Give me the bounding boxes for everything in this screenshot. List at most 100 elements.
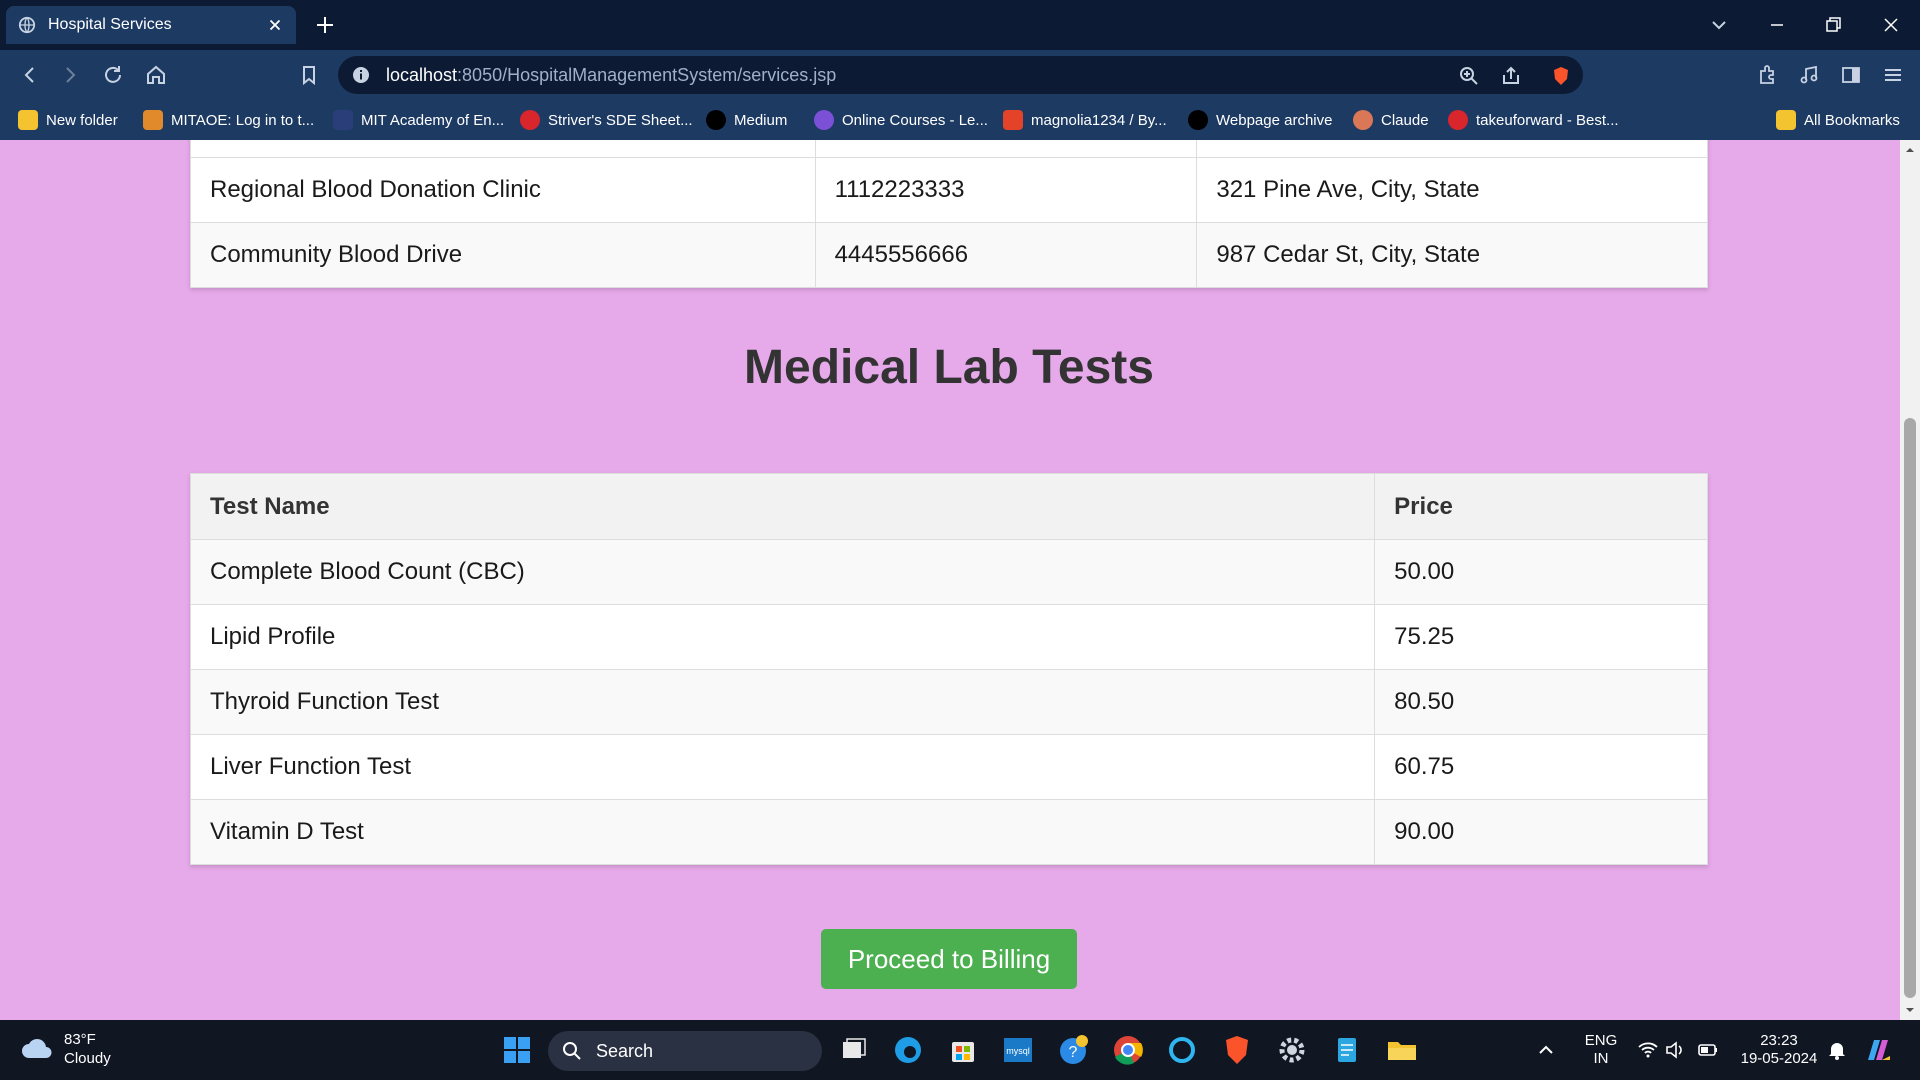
table-header-row: Test Name Price (189, 473, 1708, 540)
bookmark-label: New folder (46, 111, 118, 129)
extensions-icon[interactable] (1756, 63, 1780, 87)
bookmark-label: All Bookmarks (1804, 111, 1900, 129)
settings-icon[interactable] (1274, 1032, 1310, 1068)
share-icon[interactable] (1500, 65, 1522, 87)
region-code: IN (1593, 1050, 1609, 1067)
bookmark-medium[interactable]: Medium (706, 109, 787, 131)
bookmark-online-courses[interactable]: Online Courses - Le... (814, 109, 988, 131)
blood-bank-address: 321 Pine Ave, City, State (1196, 157, 1708, 223)
bookmark-icon[interactable] (297, 63, 321, 87)
test-name: Complete Blood Count (CBC) (189, 539, 1376, 605)
bookmark-label: MITAOE: Log in to t... (171, 111, 315, 129)
proceed-to-billing-button[interactable]: Proceed to Billing (821, 929, 1077, 989)
weather-widget[interactable]: 83°F Cloudy (20, 1030, 111, 1068)
page-scrollbar[interactable] (1900, 140, 1920, 1020)
scroll-down-icon[interactable] (1904, 1004, 1916, 1016)
blood-bank-phone: 4445556666 (814, 222, 1198, 288)
home-icon[interactable] (144, 63, 168, 87)
language-indicator[interactable]: ENG IN (1580, 1032, 1622, 1068)
windows-start-icon[interactable] (499, 1032, 535, 1068)
tab-title: Hospital Services (48, 16, 172, 33)
folder-icon (1776, 110, 1796, 130)
table-row: Regional Blood Donation Clinic 111222333… (190, 157, 1708, 223)
blood-bank-name: Community Blood Drive (190, 222, 816, 288)
reload-icon[interactable] (101, 63, 125, 87)
scroll-up-icon[interactable] (1904, 144, 1916, 156)
restore-icon[interactable] (1822, 14, 1844, 36)
file-explorer-icon[interactable] (1384, 1032, 1420, 1068)
bookmark-label: MIT Academy of En... (361, 111, 505, 129)
task-view-icon[interactable] (836, 1032, 872, 1068)
tab-hospital-services[interactable]: Hospital Services (6, 6, 296, 44)
gitlab-icon (1003, 110, 1023, 130)
table-row: Community Blood Drive 4445556666 987 Ced… (190, 222, 1708, 288)
new-tab-icon[interactable] (314, 14, 336, 36)
claude-icon (1353, 110, 1373, 130)
help-icon[interactable]: ? (1055, 1032, 1091, 1068)
zoom-icon[interactable] (1458, 65, 1480, 87)
mysql-icon[interactable]: mysql (1000, 1032, 1036, 1068)
bookmark-mitaoe[interactable]: MITAOE: Log in to t... (143, 109, 314, 131)
site-info-icon[interactable] (352, 66, 370, 84)
close-tab-icon[interactable] (266, 16, 284, 34)
column-header-price: Price (1374, 473, 1708, 540)
minimize-icon[interactable] (1766, 14, 1788, 36)
bookmark-webpage-archive[interactable]: Webpage archive (1188, 109, 1332, 131)
battery-icon[interactable] (1697, 1039, 1719, 1061)
clock-date: 19-05-2024 (1740, 1050, 1818, 1067)
bookmark-magnolia[interactable]: magnolia1234 / By... (1003, 109, 1167, 131)
clock[interactable]: 23:23 19-05-2024 (1735, 1032, 1823, 1068)
chrome-icon[interactable] (1110, 1032, 1146, 1068)
bookmark-takeuforward[interactable]: takeuforward - Best... (1448, 109, 1619, 131)
store-icon[interactable] (945, 1032, 981, 1068)
bookmark-new-folder[interactable]: New folder (18, 109, 118, 131)
tuf-icon (520, 110, 540, 130)
bookmarks-bar: New folder MITAOE: Log in to t... MIT Ac… (0, 100, 1920, 140)
taskbar-search[interactable]: Search (548, 1031, 822, 1071)
brave-icon[interactable] (1219, 1032, 1255, 1068)
table-row: Lipid Profile 75.25 (189, 604, 1708, 670)
test-name: Thyroid Function Test (189, 669, 1376, 735)
test-name: Vitamin D Test (189, 799, 1376, 865)
clock-time: 23:23 (1760, 1032, 1798, 1049)
bookmark-label: takeuforward - Best... (1476, 111, 1619, 129)
bookmark-mit-academy[interactable]: MIT Academy of En... (333, 109, 504, 131)
test-name: Lipid Profile (189, 604, 1376, 670)
test-price: 60.75 (1374, 734, 1708, 800)
courses-icon (814, 110, 834, 130)
test-price: 90.00 (1374, 799, 1708, 865)
bookmark-striver[interactable]: Striver's SDE Sheet... (520, 109, 693, 131)
media-icon[interactable] (1797, 63, 1821, 87)
cloud-icon (22, 1039, 52, 1058)
mit-icon (333, 110, 353, 130)
copilot-icon[interactable] (1862, 1034, 1894, 1066)
cortana-icon[interactable] (1164, 1032, 1200, 1068)
edge-icon[interactable] (890, 1032, 926, 1068)
scrollbar-thumb[interactable] (1904, 418, 1916, 998)
windows-taskbar: 83°F Cloudy Search mysql ? ENG IN 23:23 … (0, 1020, 1920, 1080)
mitaoe-icon (143, 110, 163, 130)
forward-icon[interactable] (58, 63, 82, 87)
bookmark-claude[interactable]: Claude (1353, 109, 1429, 131)
tab-search-chevron-icon[interactable] (1708, 14, 1730, 36)
menu-icon[interactable] (1881, 63, 1905, 87)
notification-bell-icon[interactable] (1825, 1038, 1849, 1062)
sidebar-icon[interactable] (1839, 63, 1863, 87)
chevron-up-icon[interactable] (1534, 1038, 1558, 1062)
wifi-icon[interactable] (1637, 1039, 1659, 1061)
notepad-icon[interactable] (1329, 1032, 1365, 1068)
weather-temperature: 83°F (64, 1031, 96, 1048)
close-window-icon[interactable] (1880, 14, 1902, 36)
back-icon[interactable] (18, 63, 42, 87)
bookmark-label: Webpage archive (1216, 111, 1333, 129)
language-code: ENG (1584, 1032, 1618, 1049)
bookmark-label: Claude (1381, 111, 1429, 129)
brave-shield-icon[interactable] (1550, 65, 1572, 87)
svg-text:?: ? (1069, 1044, 1078, 1061)
column-header-test-name: Test Name (189, 473, 1376, 540)
volume-icon[interactable] (1664, 1039, 1686, 1061)
address-bar[interactable]: localhost:8050/HospitalManagementSystem/… (338, 56, 1583, 94)
test-price: 50.00 (1374, 539, 1708, 605)
weather-description: Cloudy (64, 1050, 111, 1067)
bookmark-all-bookmarks[interactable]: All Bookmarks (1776, 109, 1900, 131)
